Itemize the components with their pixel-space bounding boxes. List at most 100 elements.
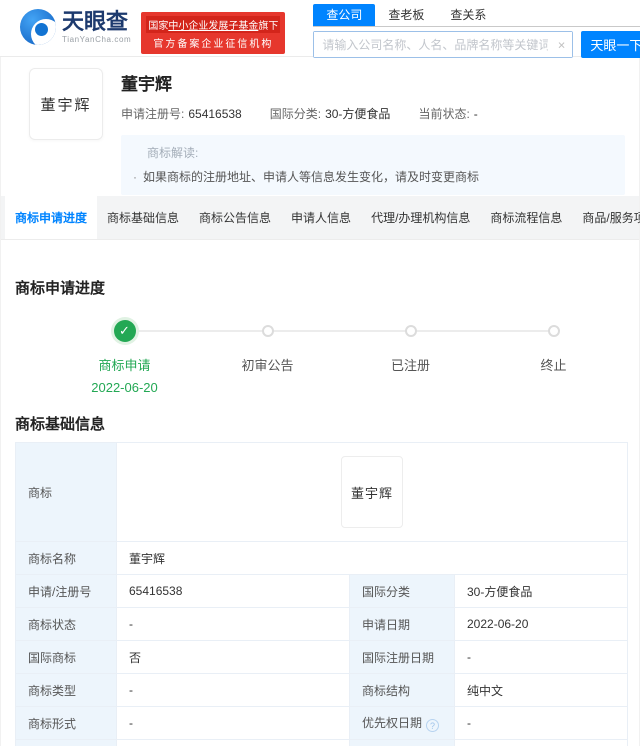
table-row: 后期指定日期? - 是否共有商标? 否	[15, 739, 628, 746]
step-node-area: ✓	[113, 319, 136, 343]
cell-value: 否	[116, 640, 350, 674]
trademark-image[interactable]: 董宇辉	[341, 456, 403, 528]
step-label: 初审公告	[241, 358, 294, 373]
search-tab-company[interactable]: 查公司	[313, 4, 376, 26]
cell-value: 纯中文	[454, 673, 628, 707]
meta-value: 30-方便食品	[325, 107, 391, 121]
cell-label-text: 优先权日期	[362, 715, 423, 730]
basic-info-section-title: 商标基础信息	[15, 416, 106, 433]
search-tabs: 查公司 查老板 查关系	[313, 4, 640, 27]
basic-info-table: 商标 董宇辉 商标名称 董宇辉 申请/注册号 65416538 国际分类 30-…	[15, 442, 628, 746]
step-preliminary-announcement: 初审公告	[196, 319, 339, 395]
step-terminated: 终止	[482, 319, 625, 395]
progress-section-title: 商标申请进度	[15, 280, 106, 297]
step-date: 2022-06-20	[91, 380, 158, 395]
trademark-notice-panel: 商标解读: · 如果商标的注册地址、申请人等信息发生变化，请及时变更商标	[121, 135, 625, 195]
tab-agency-info[interactable]: 代理/办理机构信息	[361, 196, 480, 239]
table-row: 商标状态 - 申请日期 2022-06-20	[15, 607, 628, 641]
trademark-image-text: 董宇辉	[350, 485, 393, 501]
cell-label: 国际商标	[15, 640, 117, 674]
search-input-wrap: ×	[313, 31, 574, 58]
cell-label: 是否共有商标?	[349, 739, 455, 746]
step-label: 终止	[540, 358, 567, 373]
cell-value: -	[116, 673, 350, 707]
tab-basic-info[interactable]: 商标基础信息	[97, 196, 189, 239]
tab-application-progress[interactable]: 商标申请进度	[5, 196, 98, 239]
tianyancha-eye-icon	[20, 9, 56, 45]
meta-value: -	[473, 107, 478, 121]
table-row: 商标 董宇辉	[15, 442, 628, 542]
search-button[interactable]: 天眼一下	[581, 31, 640, 58]
tab-process-info[interactable]: 商标流程信息	[480, 196, 572, 239]
step-node-area	[261, 319, 274, 343]
cell-label: 商标名称	[15, 541, 117, 575]
cell-label: 商标结构	[349, 673, 455, 707]
tab-goods-services[interactable]: 商品/服务项目	[572, 196, 640, 239]
step-registered: 已注册	[339, 319, 482, 395]
meta-current-status: 当前状态: -	[418, 105, 477, 122]
page-title: 董宇辉	[121, 75, 172, 94]
summary-main: 董宇辉 申请注册号: 65416538 国际分类: 30-方便食品 当前状态: - 商…	[121, 68, 625, 196]
meta-intl-class: 国际分类: 30-方便食品	[270, 105, 391, 122]
trademark-image-text: 董宇辉	[40, 97, 92, 114]
tab-applicant-info[interactable]: 申请人信息	[281, 196, 361, 239]
step-application: ✓ 商标申请 2022-06-20	[53, 319, 196, 395]
trademark-image[interactable]: 董宇辉	[29, 68, 103, 140]
search-input[interactable]	[314, 32, 573, 57]
cell-trademark-image: 董宇辉	[116, 442, 628, 542]
tab-announcement-info[interactable]: 商标公告信息	[189, 196, 281, 239]
main-content: 商标申请进度 ✓ 商标申请 2022-06-20 初审公告 已注册 终止 商标基…	[1, 277, 639, 746]
site-header: 天眼查 TianYanCha.com 国家中小企业发展子基金旗下 官方备案企业征…	[0, 0, 640, 58]
check-icon: ✓	[119, 323, 130, 338]
brand-domain: TianYanCha.com	[62, 34, 132, 44]
progress-steps: ✓ 商标申请 2022-06-20 初审公告 已注册 终止	[53, 319, 625, 395]
cell-value: -	[116, 607, 350, 641]
tianyancha-logo[interactable]: 天眼查 TianYanCha.com	[20, 9, 131, 45]
cell-label: 商标形式	[15, 706, 117, 740]
clear-icon[interactable]: ×	[558, 38, 566, 51]
notice-line: · 如果商标的注册地址、申请人等信息发生变化，请及时变更商标	[129, 168, 613, 185]
cell-label: 优先权日期?	[349, 706, 455, 740]
cell-label: 商标	[15, 442, 117, 542]
pending-circle-icon	[261, 325, 274, 337]
cell-value: -	[454, 706, 628, 740]
badge-line1-underlined: 中小企业发展子基金	[168, 21, 259, 32]
summary-meta: 申请注册号: 65416538 国际分类: 30-方便食品 当前状态: -	[121, 105, 625, 122]
cell-value: 否	[454, 739, 628, 746]
badge-line1-pre: 国家	[148, 21, 169, 32]
bullet-icon: ·	[133, 170, 137, 184]
trademark-summary: 董宇辉 董宇辉 申请注册号: 65416538 国际分类: 30-方便食品 当前状态…	[1, 57, 639, 196]
step-label: 商标申请	[98, 358, 151, 373]
cell-label: 申请日期	[349, 607, 455, 641]
notice-title: 商标解读:	[147, 146, 199, 160]
search-block: 查公司 查老板 查关系 × 天眼一下	[313, 4, 640, 58]
table-row: 申请/注册号 65416538 国际分类 30-方便食品	[15, 574, 628, 608]
step-node-area	[404, 319, 417, 343]
meta-label: 申请注册号:	[121, 107, 185, 121]
help-icon[interactable]: ?	[426, 719, 440, 733]
meta-reg-number: 申请注册号: 65416538	[121, 105, 242, 122]
cell-value: -	[116, 739, 350, 746]
notice-text: 如果商标的注册地址、申请人等信息发生变化，请及时变更商标	[143, 170, 480, 184]
section-nav-tabs: 商标申请进度 商标基础信息 商标公告信息 申请人信息 代理/办理机构信息 商标流…	[1, 196, 640, 240]
check-circle-icon: ✓	[113, 320, 136, 342]
badge-line1-post: 旗下	[258, 21, 279, 32]
search-tab-relation[interactable]: 查关系	[437, 4, 499, 26]
cell-label: 国际分类	[349, 574, 455, 608]
progress-stepper: ✓ 商标申请 2022-06-20 初审公告 已注册 终止	[53, 319, 625, 395]
table-row: 商标类型 - 商标结构 纯中文	[15, 673, 628, 707]
search-tab-boss[interactable]: 查老板	[375, 4, 437, 26]
table-row: 商标名称 董宇辉	[15, 541, 628, 575]
certification-badge: 国家中小企业发展子基金旗下 官方备案企业征信机构	[141, 12, 286, 54]
cell-label: 商标状态	[15, 607, 117, 641]
badge-line2: 官方备案企业征信机构	[153, 39, 274, 50]
cell-value: -	[116, 706, 350, 740]
cell-value: 30-方便食品	[454, 574, 628, 608]
pending-circle-icon	[404, 325, 417, 337]
cell-label: 国际注册日期	[349, 640, 455, 674]
cell-value: -	[454, 640, 628, 674]
cell-label: 商标类型	[15, 673, 117, 707]
meta-label: 当前状态:	[418, 107, 470, 121]
search-row: × 天眼一下	[313, 31, 640, 58]
brand-name: 天眼查	[62, 8, 129, 34]
